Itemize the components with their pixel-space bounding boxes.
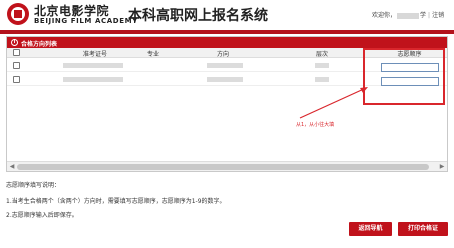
row-checkbox[interactable] (13, 62, 20, 69)
page-title: 本科高职网上报名系统 (128, 8, 268, 24)
school-logo-icon (7, 3, 29, 25)
redacted-exam-id (63, 77, 123, 82)
scroll-right-icon[interactable]: ▶ (438, 163, 446, 171)
redacted-direction (207, 77, 243, 82)
user-suffix: 学 (420, 12, 427, 19)
redacted-level (315, 63, 329, 68)
scroll-left-icon[interactable]: ◀ (8, 163, 16, 171)
annotation-highlight-box (363, 48, 445, 105)
logo-english-name: BEIJING FILM ACADEMY (34, 17, 138, 25)
header-divider (0, 30, 454, 34)
logout-link[interactable]: 注销 (432, 12, 444, 19)
redacted-direction (207, 63, 243, 68)
scrollbar-thumb[interactable] (17, 164, 429, 170)
back-to-nav-button[interactable]: 返回导航 (349, 222, 392, 236)
print-certificate-button[interactable]: 打印合格证 (398, 222, 448, 236)
welcome-text: 欢迎你， (372, 12, 397, 19)
masked-username (397, 12, 420, 19)
note-item: 1.当考生合格两个（含两个）方向时，需要填写志愿顺序，志愿顺序为1-9的数字。 (6, 198, 226, 205)
row-checkbox[interactable] (13, 76, 20, 83)
column-header-major: 专业 (146, 51, 159, 58)
user-bar: 欢迎你， 学 | 注销 (372, 10, 444, 19)
column-header-level: 层次 (315, 51, 328, 58)
page-header: 北京电影学院 BEIJING FILM ACADEMY 本科高职网上报名系统 欢… (0, 0, 454, 30)
redacted-level (315, 77, 329, 82)
redacted-exam-id (63, 63, 123, 68)
horizontal-scrollbar[interactable]: ◀ ▶ (7, 161, 447, 171)
separator: | (428, 12, 431, 19)
column-header-direction: 方向 (216, 51, 229, 58)
note-item: 2.志愿顺序输入后即保存。 (6, 212, 78, 219)
select-all-checkbox[interactable] (13, 49, 20, 56)
panel-header: i 合格方向列表 (7, 37, 447, 48)
column-header-exam-id: 准考证号 (82, 51, 107, 58)
notes-title: 志愿顺序填写说明： (6, 182, 61, 189)
info-icon: i (11, 39, 18, 46)
panel-title: 合格方向列表 (21, 41, 58, 48)
annotation-text: 从1，从小往大填 (296, 122, 335, 128)
